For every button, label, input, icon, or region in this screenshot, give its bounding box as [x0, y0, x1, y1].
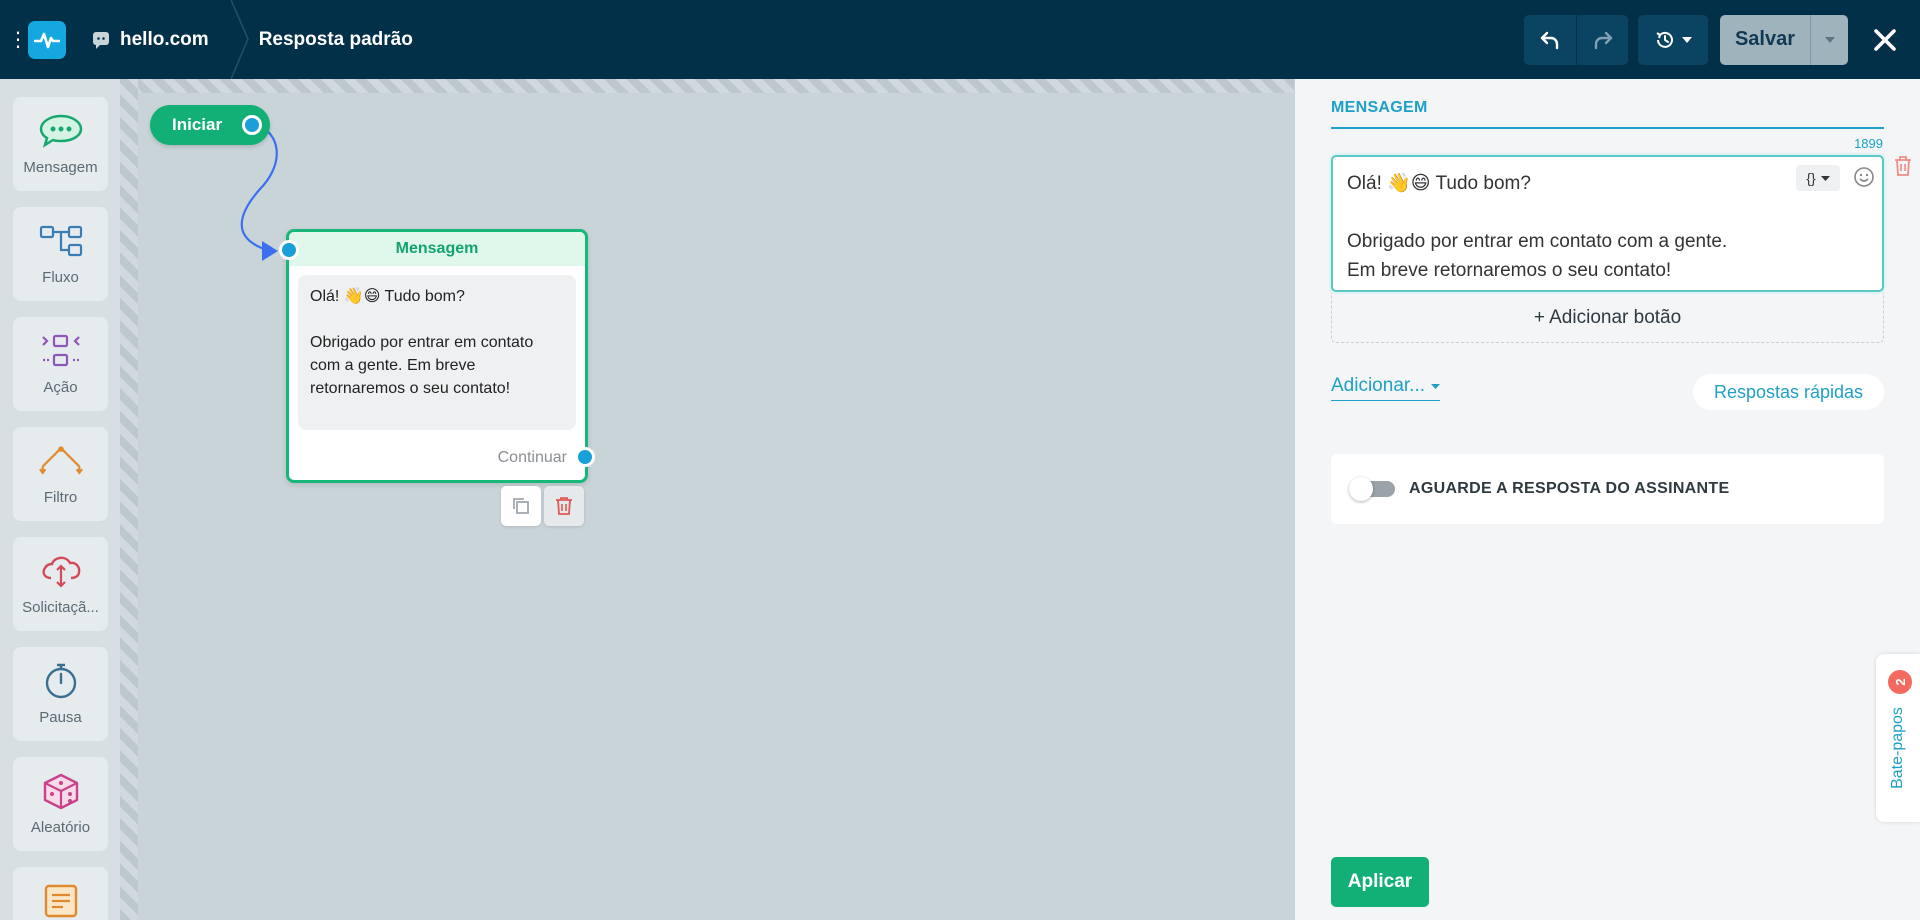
duplicate-node-button[interactable] — [501, 486, 541, 526]
history-icon — [1656, 31, 1673, 48]
palette-item-note[interactable] — [13, 867, 108, 920]
bot-name[interactable]: hello.com — [120, 29, 209, 51]
node-actions — [501, 486, 584, 526]
wait-reply-label: AGUARDE A RESPOSTA DO ASSINANTE — [1409, 480, 1730, 497]
character-counter: 1899 — [1854, 136, 1883, 151]
palette-item-message[interactable]: Mensagem — [13, 97, 108, 191]
node-input-port[interactable] — [279, 240, 299, 260]
pulse-icon — [34, 32, 60, 48]
palette-item-label: Fluxo — [42, 269, 79, 286]
request-cloud-icon — [41, 556, 80, 588]
save-group: Salvar — [1720, 14, 1848, 65]
note-icon — [44, 884, 77, 918]
chats-unread-badge: 2 — [1888, 670, 1912, 694]
add-content-dropdown[interactable]: Adicionar... — [1331, 375, 1440, 401]
palette-item-label: Filtro — [43, 489, 78, 506]
palette-item-label: Mensagem — [23, 159, 98, 176]
chevron-down-icon — [1682, 36, 1692, 43]
toggle-knob — [1349, 477, 1373, 501]
close-icon — [1874, 28, 1896, 51]
breadcrumb-separator — [230, 0, 249, 79]
palette-item-filter[interactable]: Filtro — [13, 427, 108, 521]
filter-icon — [38, 446, 83, 475]
continue-label: Continuar — [497, 449, 567, 466]
chat-bubble-icon — [39, 114, 82, 148]
flow-canvas[interactable]: Iniciar Mensagem Olá! 👋😄 Tudo bom? Obrig… — [120, 79, 1294, 920]
palette-item-flow[interactable]: Fluxo — [13, 207, 108, 301]
panel-title: MENSAGEM — [1331, 99, 1428, 116]
emoji-button[interactable] — [1852, 165, 1876, 189]
chevron-down-icon — [1431, 383, 1440, 389]
trash-icon — [556, 497, 572, 515]
dice-icon — [43, 773, 78, 810]
palette-item-request[interactable]: Solicitaçã... — [13, 537, 108, 631]
palette-item-label: Ação — [43, 379, 78, 396]
message-node[interactable]: Mensagem Olá! 👋😄 Tudo bom? Obrigado por … — [279, 229, 595, 483]
message-node-text: Olá! 👋😄 Tudo bom? Obrigado por entrar em… — [298, 275, 576, 430]
action-icon — [41, 334, 80, 367]
page-title: Resposta padrão — [258, 28, 413, 50]
chats-side-tab[interactable]: 2 Bate-papos — [1876, 654, 1920, 822]
chevron-down-icon — [1820, 175, 1830, 181]
smiley-icon — [1854, 167, 1874, 187]
palette-item-action[interactable]: Ação — [13, 317, 108, 411]
history-button[interactable] — [1638, 14, 1708, 65]
wait-reply-toggle[interactable] — [1349, 477, 1395, 501]
redo-icon — [1594, 31, 1612, 49]
wait-reply-card: AGUARDE A RESPOSTA DO ASSINANTE — [1331, 454, 1884, 524]
save-button[interactable]: Salvar — [1720, 14, 1810, 65]
undo-icon — [1540, 31, 1559, 49]
panel-title-underline — [1331, 127, 1884, 129]
palette-item-label: Pausa — [39, 709, 82, 726]
stopwatch-icon — [45, 663, 76, 699]
add-button-button[interactable]: + Adicionar botão — [1331, 293, 1884, 343]
delete-message-icon[interactable] — [1893, 155, 1913, 177]
variable-symbol: {} — [1806, 170, 1816, 186]
block-palette-sidebar: Mensagem Fluxo Ação Filtro Solicitaçã...… — [0, 79, 120, 920]
apply-button[interactable]: Aplicar — [1331, 857, 1429, 907]
undo-button[interactable] — [1524, 14, 1576, 65]
app-logo[interactable] — [28, 20, 66, 59]
insert-variable-button[interactable]: {} — [1796, 165, 1840, 191]
palette-item-random[interactable]: Aleatório — [13, 757, 108, 851]
chats-tab-label: Bate-papos — [1889, 707, 1906, 789]
close-button[interactable] — [1870, 25, 1900, 55]
palette-item-label: Solicitaçã... — [22, 599, 99, 616]
start-output-port[interactable] — [242, 115, 262, 135]
delete-node-button[interactable] — [544, 486, 584, 526]
undo-redo-group — [1524, 14, 1628, 65]
palette-item-label: Aleatório — [30, 819, 91, 836]
bot-chat-icon — [93, 31, 109, 49]
palette-item-pause[interactable]: Pausa — [13, 647, 108, 741]
chevron-down-icon — [1824, 36, 1835, 43]
start-node[interactable]: Iniciar — [150, 105, 270, 145]
add-content-label: Adicionar... — [1331, 375, 1425, 396]
flow-icon — [39, 225, 82, 257]
top-bar: ⋮ hello.com Resposta padrão Salvar — [0, 0, 1920, 79]
copy-icon — [513, 498, 529, 514]
quick-replies-button[interactable]: Respostas rápidas — [1693, 374, 1884, 410]
kebab-menu-icon[interactable]: ⋮ — [8, 30, 28, 50]
message-textarea[interactable]: Olá! 👋😄 Tudo bom? Obrigado por entrar em… — [1331, 155, 1884, 292]
message-node-title: Mensagem — [289, 232, 585, 266]
save-options-button[interactable] — [1810, 14, 1848, 65]
start-node-label: Iniciar — [172, 115, 223, 134]
properties-panel: MENSAGEM 1899 Olá! 👋😄 Tudo bom? Obrigado… — [1294, 79, 1920, 920]
redo-button[interactable] — [1576, 14, 1628, 65]
node-output-port[interactable] — [575, 447, 595, 467]
